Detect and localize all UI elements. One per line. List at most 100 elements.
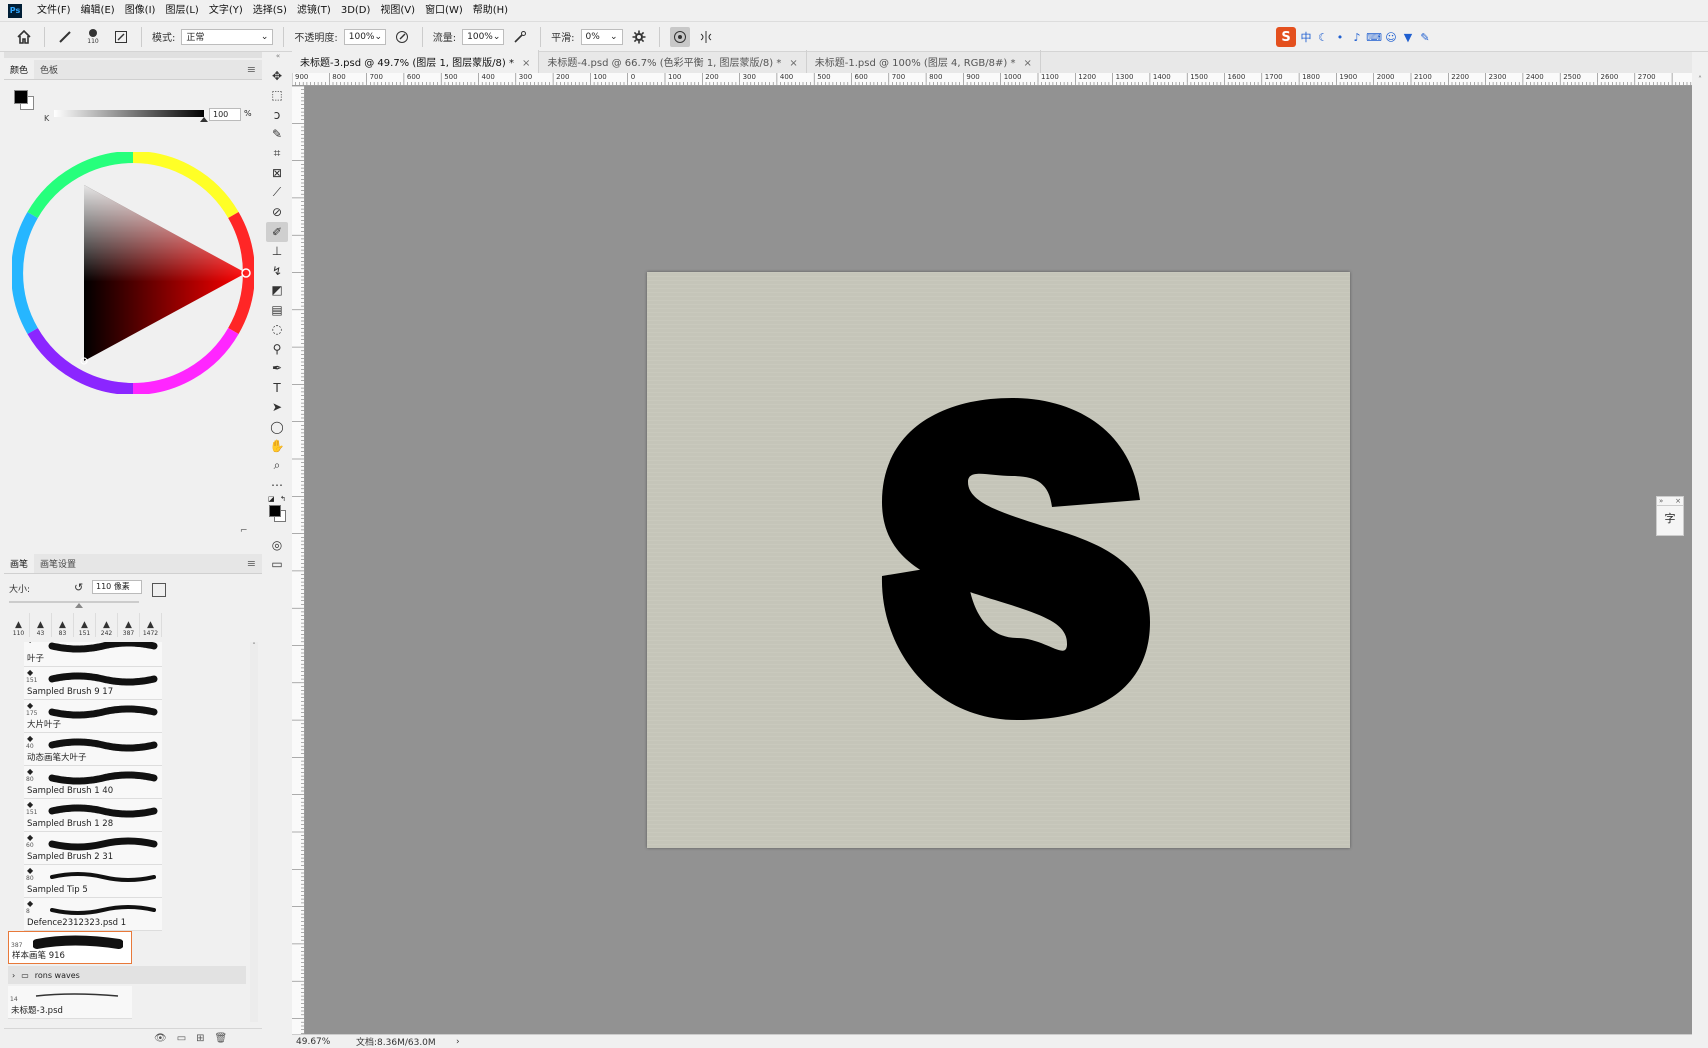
microphone-icon[interactable]: ♪: [1350, 30, 1364, 44]
character-panel-icon[interactable]: 字: [1657, 510, 1683, 526]
blur-tool-icon[interactable]: ◌: [266, 320, 288, 340]
brush-preset[interactable]: ▲ 83: [52, 613, 74, 637]
size-slider-handle[interactable]: [75, 603, 83, 608]
quick-selection-tool-icon[interactable]: ✎: [266, 125, 288, 145]
brush-preset[interactable]: ▲ 43: [30, 613, 52, 637]
menu-item[interactable]: 3D(D): [336, 0, 376, 22]
mode-select[interactable]: 正常 ⌄: [181, 28, 274, 45]
quick-mask-icon[interactable]: ◎: [266, 535, 288, 555]
ruler-horizontal[interactable]: 900 800 700 600 500 400 300 200 100 0 100 200 300 400…: [292, 73, 1692, 86]
panel-menu-icon[interactable]: ≡: [247, 555, 256, 573]
brush-preset[interactable]: ▲ 1472: [140, 613, 162, 637]
menu-item[interactable]: 编辑(E): [76, 0, 120, 22]
smooth-input[interactable]: 0% ⌄: [580, 28, 623, 45]
brush-item[interactable]: 14 未标题-3.psd: [8, 986, 132, 1019]
airbrush-icon[interactable]: [510, 27, 530, 47]
menu-item[interactable]: 图像(I): [120, 0, 161, 22]
pressure-opacity-icon[interactable]: [392, 27, 412, 47]
move-tool-icon[interactable]: ✥: [266, 66, 288, 86]
foreground-color-swatch[interactable]: [269, 505, 281, 517]
close-icon[interactable]: ×: [1675, 497, 1681, 505]
vertical-scrollbar[interactable]: ˄: [1692, 73, 1708, 1048]
tab-brush-settings[interactable]: 画笔设置: [34, 554, 82, 573]
brush-item[interactable]: ◆ 叶子: [24, 642, 162, 667]
zoom-tool-icon[interactable]: ⌕: [266, 456, 288, 476]
home-icon[interactable]: [14, 27, 34, 47]
size-slider[interactable]: [9, 601, 139, 603]
folder-icon[interactable]: ▭: [177, 1033, 186, 1044]
gradient-tool-icon[interactable]: ▤: [266, 300, 288, 320]
reset-size-icon[interactable]: ↺: [74, 581, 83, 594]
sogou-logo[interactable]: S: [1276, 27, 1296, 47]
swap-colors-icon[interactable]: ↰: [280, 495, 286, 503]
k-slider[interactable]: [54, 110, 204, 117]
opacity-input[interactable]: 100% ⌄: [343, 28, 386, 45]
brush-settings-toggle-icon[interactable]: [111, 27, 131, 47]
default-colors-icon[interactable]: ◪: [268, 495, 275, 503]
tab-color[interactable]: 颜色: [4, 60, 35, 79]
pressure-size-icon[interactable]: [669, 26, 690, 47]
document-tab[interactable]: 未标题-1.psd @ 100% (图层 4, RGB/8#) * ×: [807, 50, 1041, 73]
brush-item[interactable]: ◆ 151 Sampled Brush 9 17: [24, 667, 162, 700]
more-tools-icon[interactable]: ⋯: [266, 476, 288, 496]
lasso-tool-icon[interactable]: ↄ: [266, 105, 288, 125]
flow-input[interactable]: 100% ⌄: [462, 28, 505, 45]
document-tab[interactable]: 未标题-3.psd @ 49.7% (图层 1, 图层蒙版/8) * ×: [292, 50, 540, 73]
ime-lang[interactable]: 中: [1299, 30, 1313, 44]
type-tool-icon[interactable]: T: [266, 378, 288, 398]
scroll-up-icon[interactable]: ˄: [1692, 75, 1708, 84]
brush-preset[interactable]: ▲ 110: [8, 613, 30, 637]
hand-tool-icon[interactable]: ✋: [266, 437, 288, 457]
brush-item[interactable]: ◆ 175 大片叶子: [24, 700, 162, 733]
brush-item[interactable]: ◆ 60 Sampled Brush 2 31: [24, 832, 162, 865]
close-icon[interactable]: ×: [1023, 58, 1031, 69]
menu-item[interactable]: 文件(F): [32, 0, 76, 22]
eyedropper-tool-icon[interactable]: ⟋: [266, 183, 288, 203]
brush-preset[interactable]: ▲ 387: [118, 613, 140, 637]
eraser-tool-icon[interactable]: ◩: [266, 281, 288, 301]
expand-panels-icon[interactable]: »: [1659, 497, 1663, 505]
brush-item[interactable]: ◆ 8 Defence2312323.psd 1: [24, 898, 162, 931]
brush-preset-picker[interactable]: 110: [81, 27, 105, 47]
user-icon[interactable]: ☺: [1384, 30, 1398, 44]
brush-list-scrollbar[interactable]: ˄: [250, 642, 258, 1022]
ruler-vertical[interactable]: [292, 86, 305, 1034]
menu-item[interactable]: 图层(L): [160, 0, 203, 22]
brush-item[interactable]: ◆ 80 Sampled Tip 5: [24, 865, 162, 898]
clone-stamp-tool-icon[interactable]: ⊥: [266, 242, 288, 262]
close-icon[interactable]: ×: [522, 58, 530, 69]
history-brush-tool-icon[interactable]: ↯: [266, 261, 288, 281]
trash-icon[interactable]: 🗑: [215, 1033, 228, 1044]
tab-brushes[interactable]: 画笔: [4, 554, 35, 573]
marquee-tool-icon[interactable]: ⬚: [266, 86, 288, 106]
wrench-icon[interactable]: ✎: [1418, 30, 1432, 44]
gear-icon[interactable]: [629, 27, 649, 47]
moon-icon[interactable]: ☾: [1316, 30, 1330, 44]
status-menu-arrow[interactable]: ›: [456, 1037, 460, 1047]
brush-item-selected[interactable]: 387 样本画笔 916: [8, 931, 132, 964]
k-value-input[interactable]: 100: [209, 108, 241, 121]
screen-mode-icon[interactable]: ▭: [266, 555, 288, 575]
crop-tool-icon[interactable]: ⌗: [266, 144, 288, 164]
brush-preset[interactable]: ▲ 242: [96, 613, 118, 637]
view-icon[interactable]: 👁: [154, 1033, 167, 1044]
brush-tool-icon[interactable]: ✐: [266, 222, 288, 242]
scroll-up-icon[interactable]: ˄: [250, 642, 258, 650]
pen-tool-icon[interactable]: ✒: [266, 359, 288, 379]
frame-tool-icon[interactable]: ⊠: [266, 164, 288, 184]
size-input[interactable]: 110 像素: [92, 580, 142, 594]
zoom-level[interactable]: 49.67%: [292, 1037, 356, 1047]
document-canvas[interactable]: S: [647, 272, 1350, 848]
k-slider-handle[interactable]: [200, 117, 208, 122]
shirt-icon[interactable]: ▼: [1401, 30, 1415, 44]
menu-item[interactable]: 文字(Y): [204, 0, 248, 22]
tab-swatches[interactable]: 色板: [34, 60, 64, 79]
keyboard-icon[interactable]: ⌨: [1366, 30, 1382, 44]
brush-group-row[interactable]: › ▭ rons waves: [8, 966, 246, 984]
brush-preset[interactable]: ▲ 151: [74, 613, 96, 637]
menu-item[interactable]: 帮助(H): [468, 0, 513, 22]
brush-item[interactable]: ◆ 80 Sampled Brush 1 40: [24, 766, 162, 799]
symmetry-icon[interactable]: [696, 27, 716, 47]
brush-tool-icon[interactable]: [55, 27, 75, 47]
document-tab[interactable]: 未标题-4.psd @ 66.7% (色彩平衡 1, 图层蒙版/8) * ×: [539, 50, 807, 73]
